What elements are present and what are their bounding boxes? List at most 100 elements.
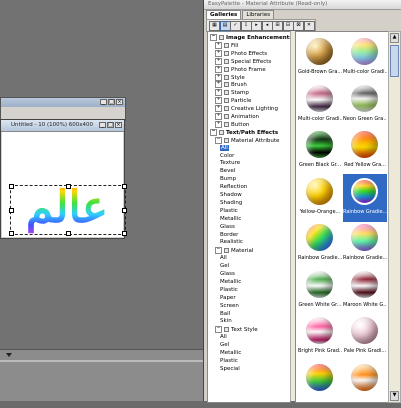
tree-item[interactable]: Metallic (220, 279, 241, 286)
download-icon[interactable]: ⇩ (240, 21, 252, 31)
scroll-up-icon[interactable]: ▲ (390, 33, 399, 43)
tree-item[interactable]: − Image Enhancements (210, 34, 290, 42)
tree-item[interactable]: Bump (220, 176, 236, 183)
collapse-icon[interactable]: − (210, 128, 217, 136)
tree-item[interactable]: Gel (220, 342, 229, 349)
tree-item[interactable]: Metallic (220, 216, 241, 223)
gallery-thumbnail[interactable]: Rainbow Gradie... (343, 173, 387, 222)
tree-item[interactable]: + Particle (215, 97, 251, 105)
maximize-icon[interactable]: □ (108, 99, 115, 105)
tree-item[interactable]: Plastic (220, 208, 238, 215)
palette-titlebar[interactable]: EasyPalette - Material Attribute (Read-o… (204, 0, 401, 10)
tree-item[interactable]: Glass (220, 224, 235, 231)
gallery-thumbnail[interactable]: Maroon White G... (343, 267, 387, 315)
collapse-icon[interactable]: ⊟ (282, 21, 294, 31)
tree-item[interactable]: Ball (220, 311, 230, 318)
minimize-icon[interactable]: _ (99, 122, 106, 128)
close-icon[interactable]: × (115, 122, 122, 128)
tree-item[interactable]: Reflection (220, 184, 247, 191)
tree-item[interactable]: Paper (220, 295, 236, 302)
collapse-icon[interactable]: − (215, 326, 222, 334)
tree-item[interactable]: Plastic (220, 287, 238, 294)
resize-handle[interactable] (122, 184, 127, 189)
gallery-thumbnail[interactable]: Green Black Gr... (298, 127, 342, 175)
expand-icon[interactable]: + (215, 81, 222, 89)
resize-handle[interactable] (122, 231, 127, 236)
thumbnail-view-icon[interactable]: ▦ (209, 21, 220, 31)
expand-icon[interactable]: + (215, 65, 222, 73)
tree-item[interactable]: + Stamp (215, 89, 249, 97)
resize-handle[interactable] (122, 208, 127, 213)
tree-item[interactable]: Shading (220, 200, 242, 207)
selection-box[interactable] (9, 184, 127, 236)
tree-item[interactable]: Border (220, 232, 238, 239)
tree-item[interactable]: All (220, 144, 229, 152)
grid-icon[interactable]: ⊠ (293, 21, 304, 31)
gallery-thumbnail[interactable]: Red Yellow Gra... (343, 127, 387, 175)
expand-icon[interactable]: + (215, 57, 222, 65)
tree-item[interactable]: + Fill (215, 41, 238, 50)
tree-item[interactable]: Special (220, 366, 240, 373)
gallery-thumbnail[interactable]: Neon Green Gra... (343, 81, 387, 129)
background-image-window[interactable]: _ □ × (0, 97, 126, 121)
check-icon[interactable]: ✓ (230, 21, 241, 31)
tree-item[interactable]: Metallic (220, 350, 241, 357)
maximize-icon[interactable]: □ (107, 122, 114, 128)
expand-icon[interactable]: + (215, 97, 222, 105)
tree-item[interactable]: All (220, 255, 227, 262)
collapse-icon[interactable]: − (215, 136, 222, 144)
tree-item[interactable]: + Creative Lighting (215, 105, 278, 113)
expand-icon[interactable]: ⊞ (272, 21, 283, 31)
resize-handle[interactable] (9, 208, 14, 213)
collapse-icon[interactable]: − (215, 247, 222, 255)
gallery-thumbnail[interactable] (343, 360, 387, 408)
resize-handle[interactable] (66, 231, 71, 236)
collapse-arrow-icon[interactable] (6, 353, 12, 357)
tree-item[interactable]: Realistic (220, 239, 243, 246)
resize-handle[interactable] (66, 184, 71, 189)
tree-item[interactable]: Color (220, 153, 234, 160)
scroll-down-icon[interactable]: ▼ (390, 391, 399, 401)
tree-item[interactable]: − Text/Path Effects (210, 128, 278, 137)
expand-icon[interactable]: + (215, 41, 222, 49)
tree-item[interactable]: Shadow (220, 192, 242, 199)
gallery-thumbnail[interactable]: Gold-Brown Gra... (298, 34, 342, 82)
expand-icon[interactable]: + (215, 73, 222, 81)
expand-icon[interactable]: + (215, 113, 222, 120)
expand-icon[interactable]: + (215, 105, 222, 113)
scrollbar-thumb[interactable] (390, 45, 399, 77)
close-icon[interactable]: × (116, 99, 123, 105)
tree-item[interactable]: + Special Effects (215, 57, 271, 66)
gallery-scrollbar[interactable]: ▲ ▼ (388, 31, 401, 403)
tree-item[interactable]: Gel (220, 263, 229, 270)
tree-item[interactable]: Bevel (220, 168, 235, 175)
gallery-thumbnail[interactable]: Multi-color Gradi... (343, 34, 387, 82)
gallery-thumbnail[interactable] (298, 360, 342, 408)
prev-icon[interactable]: ◂ (261, 21, 273, 31)
gallery-thumbnail[interactable]: Green White Gr... (298, 267, 342, 315)
tree-item[interactable]: Skin (220, 318, 232, 325)
delete-icon[interactable]: ✕ (303, 21, 315, 31)
tree-item[interactable]: − Material Attribute (215, 136, 279, 145)
tree-item[interactable]: + Button (215, 120, 249, 129)
tree-item[interactable]: Screen (220, 303, 239, 310)
list-view-icon[interactable]: ▤ (219, 21, 231, 31)
expand-icon[interactable]: + (215, 89, 222, 97)
tree-item[interactable]: + Photo Frame (215, 65, 266, 74)
gallery-thumbnail[interactable]: Bright Pink Grad... (298, 313, 342, 361)
gallery-thumbnail[interactable]: Multi-color Gradi... (298, 81, 342, 129)
tree-item[interactable]: + Photo Effects (215, 49, 267, 58)
minimize-icon[interactable]: _ (100, 99, 107, 105)
tree-item[interactable]: + Animation (215, 113, 259, 121)
resize-handle[interactable] (9, 184, 14, 189)
tree-item[interactable]: Glass (220, 271, 235, 278)
expand-icon[interactable]: + (215, 120, 222, 128)
gallery-thumbnail[interactable]: Rainbow Gradie... (343, 220, 387, 268)
tree-item[interactable]: Plastic (220, 358, 238, 365)
next-icon[interactable]: ▸ (251, 21, 262, 31)
expand-icon[interactable]: + (215, 49, 222, 57)
tree-item[interactable]: All (220, 334, 227, 341)
tree-item[interactable]: − Text Style (215, 326, 258, 334)
gallery-thumbnail[interactable]: Pale Pink Gradi... (343, 313, 387, 361)
tree-item[interactable]: Texture (220, 160, 240, 167)
